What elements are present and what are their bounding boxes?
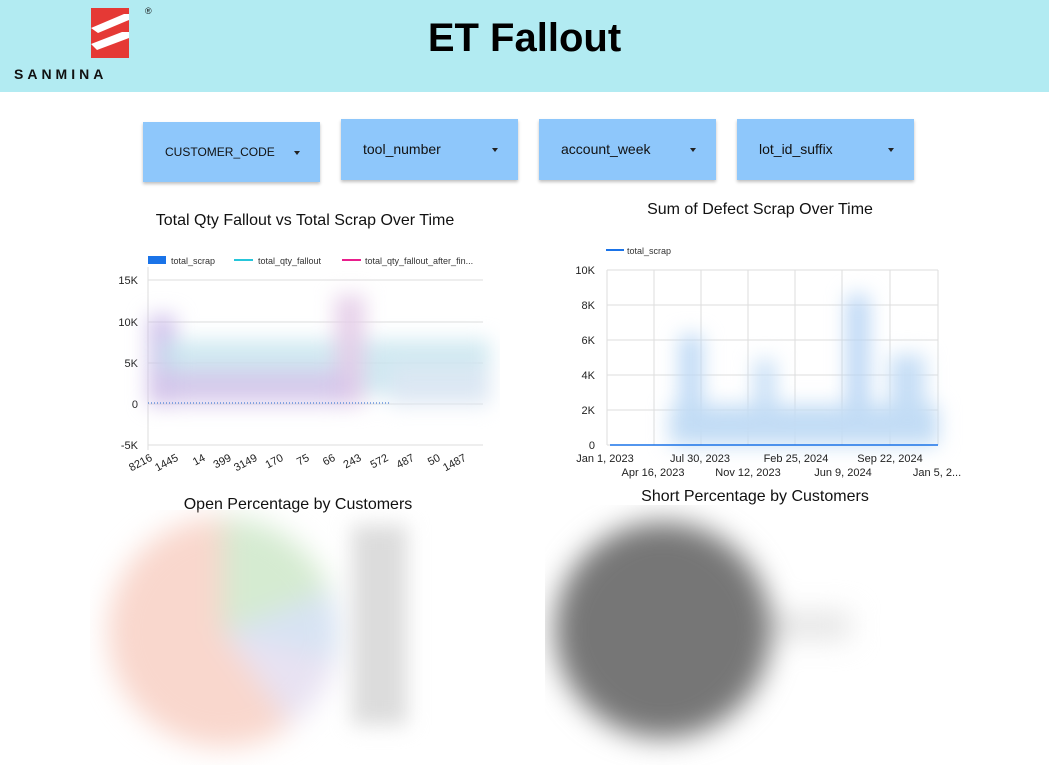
open-pct-chart [108,517,407,747]
filter-account-week[interactable]: account_week [539,119,716,180]
x-tick-label: 487 [395,452,417,471]
legend-label-total-qty-fallout-after: total_qty_fallout_after_fin... [365,256,473,266]
y-tick-label: 8K [582,300,596,312]
legend-label-total-scrap: total_scrap [171,256,215,266]
x-tick-label: Sep 22, 2024 [857,453,922,465]
filter-lot-id-suffix-label: lot_id_suffix [759,141,833,157]
y-tick-label: -5K [121,440,139,452]
x-tick-label: Jan 5, 2... [913,467,961,479]
y-tick-label: 0 [132,399,138,411]
x-tick-label: 8216 [127,452,154,474]
y-tick-label: 6K [582,335,596,347]
filter-customer-code[interactable]: CUSTOMER_CODE [143,122,320,182]
x-tick-label: 66 [321,452,337,468]
y-tick-label: 10K [575,265,595,277]
x-tick-label: Jan 1, 2023 [576,453,634,465]
y-tick-label: 15K [118,275,138,287]
x-tick-label: Feb 25, 2024 [764,453,829,465]
x-tick-label: Nov 12, 2023 [715,467,780,479]
x-tick-label: 3149 [232,452,259,474]
fallout-chart-title: Total Qty Fallout vs Total Scrap Over Ti… [155,212,455,229]
filter-tool-number-label: tool_number [363,141,441,157]
open-pct-pie [108,517,339,747]
fallout-data-region [148,295,490,405]
chevron-down-icon [690,148,696,152]
chevron-down-icon [294,151,300,155]
x-tick-label: 14 [191,452,207,468]
legend-label-total-qty-fallout: total_qty_fallout [258,256,322,266]
filter-customer-code-label: CUSTOMER_CODE [165,145,275,159]
legend-label-total-scrap: total_scrap [627,246,671,256]
filter-lot-id-suffix[interactable]: lot_id_suffix [737,119,914,180]
y-tick-label: 0 [589,440,595,452]
chevron-down-icon [492,148,498,152]
x-tick-label: 1487 [441,452,468,474]
y-tick-label: 4K [582,370,596,382]
defect-data-region [670,295,938,445]
logo-registered-mark: ® [145,6,152,16]
filter-tool-number[interactable]: tool_number [341,119,518,180]
defect-chart: total_scrap 10K 8K 6K 4K 2K 0 Jan 1, 202… [575,246,961,479]
x-tick-label: 243 [342,452,364,471]
x-tick-label: 75 [295,452,311,468]
y-tick-label: 10K [118,317,138,329]
y-tick-label: 2K [582,405,596,417]
x-tick-label: Jul 30, 2023 [670,453,730,465]
page-title: ET Fallout [427,16,622,60]
x-tick-label: 170 [264,452,286,471]
y-tick-label: 5K [125,358,139,370]
x-tick-label: Apr 16, 2023 [622,467,685,479]
defect-chart-title: Sum of Defect Scrap Over Time [647,201,873,218]
x-tick-label: 1445 [153,452,180,474]
chevron-down-icon [888,148,894,152]
x-tick-label: 50 [426,452,442,468]
short-pct-chart [555,522,850,738]
x-tick-label: 572 [369,452,391,471]
open-pct-legend [352,525,407,725]
header-bar: ® SANMINA ET Fallout [0,0,1049,92]
fallout-chart: total_scrap total_qty_fallout total_qty_… [118,256,490,474]
logo-text: SANMINA [14,66,108,82]
short-pct-chart-title: Short Percentage by Customers [641,488,869,505]
legend-swatch-total-scrap [148,256,166,264]
x-tick-label: Jun 9, 2024 [814,467,872,479]
short-pct-pie [555,522,850,738]
x-tick-label: 399 [212,452,234,471]
filter-account-week-label: account_week [561,141,651,157]
